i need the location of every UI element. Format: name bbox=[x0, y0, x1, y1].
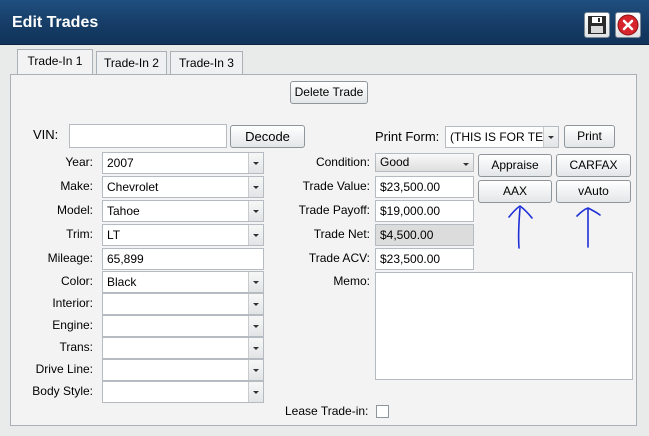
interior-select[interactable] bbox=[102, 293, 264, 315]
trade-value-label: Trade Value: bbox=[302, 179, 370, 193]
close-button[interactable] bbox=[615, 12, 641, 38]
mileage-label: Mileage: bbox=[47, 251, 93, 265]
trim-select[interactable]: LT bbox=[102, 224, 264, 246]
drive-line-select[interactable] bbox=[102, 359, 264, 381]
color-select[interactable]: Black bbox=[102, 271, 264, 293]
trade-payoff-label: Trade Payoff: bbox=[298, 203, 370, 217]
model-value: Tahoe bbox=[107, 204, 140, 218]
trim-label: Trim: bbox=[66, 227, 93, 241]
trade-net-field: $4,500.00 bbox=[375, 224, 474, 246]
model-label: Model: bbox=[56, 203, 93, 217]
floppy-disk-icon bbox=[588, 16, 606, 34]
engine-label: Engine: bbox=[52, 318, 93, 332]
model-select[interactable]: Tahoe bbox=[102, 200, 264, 222]
year-value: 2007 bbox=[107, 156, 134, 170]
print-button[interactable]: Print bbox=[564, 125, 615, 148]
lease-trade-in-label: Lease Trade-in: bbox=[285, 404, 369, 418]
tab-trade-in-2[interactable]: Trade-In 2 bbox=[96, 51, 167, 75]
carfax-button[interactable]: CARFAX bbox=[556, 154, 631, 177]
delete-trade-button[interactable]: Delete Trade bbox=[290, 81, 368, 104]
tab-trade-in-1[interactable]: Trade-In 1 bbox=[17, 49, 93, 74]
trade-net-label: Trade Net: bbox=[313, 227, 370, 241]
print-form-select[interactable]: (THIS IS FOR TE bbox=[445, 126, 559, 148]
trans-label: Trans: bbox=[59, 340, 93, 354]
color-label: Color: bbox=[60, 274, 93, 288]
condition-select[interactable]: Good bbox=[375, 153, 474, 172]
chevron-down-icon bbox=[459, 154, 473, 171]
trade-acv-input[interactable]: $23,500.00 bbox=[375, 248, 474, 270]
color-value: Black bbox=[107, 275, 137, 289]
tab-trade-in-3[interactable]: Trade-In 3 bbox=[170, 51, 243, 75]
year-select[interactable]: 2007 bbox=[102, 152, 264, 174]
make-select[interactable]: Chevrolet bbox=[102, 176, 264, 198]
interior-label: Interior: bbox=[52, 296, 93, 310]
print-form-label: Print Form: bbox=[375, 129, 440, 144]
memo-label: Memo: bbox=[333, 274, 370, 288]
chevron-down-icon bbox=[248, 360, 263, 380]
window-title: Edit Trades bbox=[12, 14, 99, 31]
appraise-button[interactable]: Appraise bbox=[478, 154, 552, 177]
trade-acv-label: Trade ACV: bbox=[308, 251, 370, 265]
chevron-down-icon bbox=[543, 127, 558, 147]
chevron-down-icon bbox=[248, 177, 263, 197]
chevron-down-icon bbox=[248, 316, 263, 336]
annotation-arrows bbox=[508, 205, 601, 249]
body-style-select[interactable] bbox=[102, 381, 264, 403]
lease-trade-in-checkbox[interactable] bbox=[376, 405, 389, 418]
chevron-down-icon bbox=[248, 382, 263, 402]
make-value: Chevrolet bbox=[107, 180, 159, 194]
make-label: Make: bbox=[60, 179, 93, 193]
chevron-down-icon bbox=[248, 153, 263, 173]
save-button[interactable] bbox=[584, 12, 610, 38]
mileage-input[interactable]: 65,899 bbox=[102, 248, 264, 270]
year-label: Year: bbox=[65, 155, 93, 169]
close-icon bbox=[617, 14, 639, 36]
chevron-down-icon bbox=[248, 338, 263, 358]
arrow-up-icon bbox=[517, 207, 521, 249]
engine-select[interactable] bbox=[102, 315, 264, 337]
trade-value-input[interactable]: $23,500.00 bbox=[375, 176, 474, 198]
vin-input[interactable] bbox=[69, 124, 227, 148]
trans-select[interactable] bbox=[102, 337, 264, 359]
decode-button[interactable]: Decode bbox=[230, 125, 305, 148]
drive-line-label: Drive Line: bbox=[35, 362, 93, 376]
body-style-label: Body Style: bbox=[32, 384, 93, 398]
condition-value: Good bbox=[380, 155, 410, 169]
chevron-down-icon bbox=[248, 201, 263, 221]
chevron-down-icon bbox=[248, 225, 263, 245]
condition-label: Condition: bbox=[315, 155, 370, 169]
trim-value: LT bbox=[107, 228, 121, 242]
print-form-value: (THIS IS FOR TE bbox=[450, 130, 544, 144]
memo-textarea[interactable] bbox=[375, 272, 633, 380]
vin-label: VIN: bbox=[33, 127, 59, 142]
chevron-down-icon bbox=[248, 272, 263, 292]
chevron-down-icon bbox=[248, 294, 263, 314]
trade-payoff-input[interactable]: $19,000.00 bbox=[375, 200, 474, 222]
